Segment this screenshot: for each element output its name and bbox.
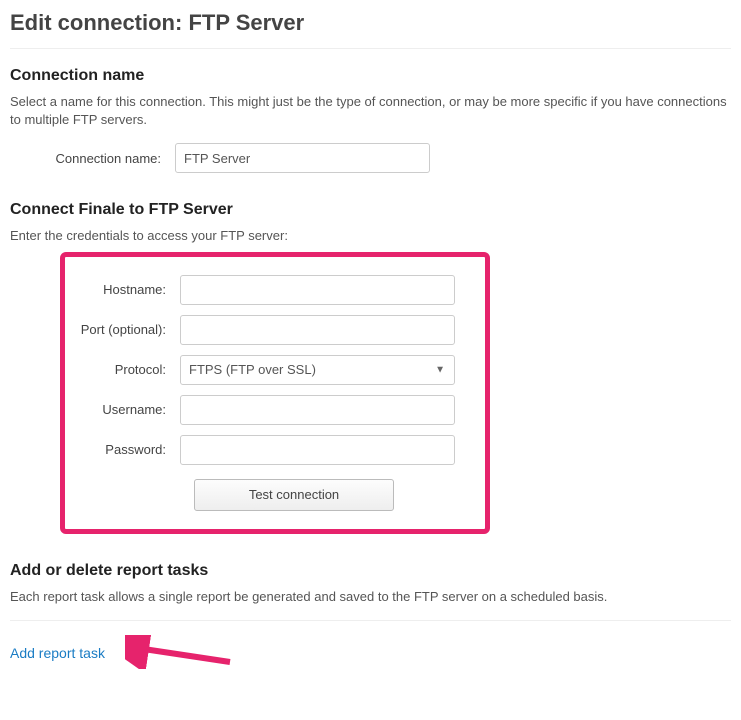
report-tasks-heading: Add or delete report tasks bbox=[10, 562, 731, 580]
connection-name-label: Connection name: bbox=[10, 151, 175, 166]
divider bbox=[10, 48, 731, 49]
username-row: Username: bbox=[65, 395, 467, 425]
password-row: Password: bbox=[65, 435, 467, 465]
test-connection-button[interactable]: Test connection bbox=[194, 479, 394, 511]
protocol-label: Protocol: bbox=[65, 362, 180, 377]
port-label: Port (optional): bbox=[65, 322, 180, 337]
password-label: Password: bbox=[65, 442, 180, 457]
connection-name-heading: Connection name bbox=[10, 67, 731, 85]
connection-name-input[interactable] bbox=[175, 143, 430, 173]
connection-name-section: Connection name Select a name for this c… bbox=[10, 67, 731, 173]
credentials-highlight-box: Hostname: Port (optional): Protocol: FTP… bbox=[60, 252, 490, 534]
port-input[interactable] bbox=[180, 315, 455, 345]
credentials-section: Connect Finale to FTP Server Enter the c… bbox=[10, 201, 731, 533]
credentials-heading: Connect Finale to FTP Server bbox=[10, 201, 731, 219]
password-input[interactable] bbox=[180, 435, 455, 465]
port-row: Port (optional): bbox=[65, 315, 467, 345]
protocol-row: Protocol: FTPS (FTP over SSL) ▼ bbox=[65, 355, 467, 385]
page-title: Edit connection: FTP Server bbox=[10, 10, 731, 36]
protocol-select[interactable]: FTPS (FTP over SSL) bbox=[180, 355, 455, 385]
report-tasks-desc: Each report task allows a single report … bbox=[10, 588, 731, 606]
report-tasks-section: Add or delete report tasks Each report t… bbox=[10, 562, 731, 672]
connection-name-row: Connection name: bbox=[10, 143, 731, 173]
divider bbox=[10, 620, 731, 621]
hostname-label: Hostname: bbox=[65, 282, 180, 297]
add-report-task-link[interactable]: Add report task bbox=[10, 645, 105, 661]
arrow-annotation-icon bbox=[125, 635, 235, 672]
username-input[interactable] bbox=[180, 395, 455, 425]
username-label: Username: bbox=[65, 402, 180, 417]
connection-name-desc: Select a name for this connection. This … bbox=[10, 93, 731, 129]
hostname-row: Hostname: bbox=[65, 275, 467, 305]
hostname-input[interactable] bbox=[180, 275, 455, 305]
add-report-task-row: Add report task bbox=[10, 635, 731, 672]
credentials-desc: Enter the credentials to access your FTP… bbox=[10, 227, 731, 245]
